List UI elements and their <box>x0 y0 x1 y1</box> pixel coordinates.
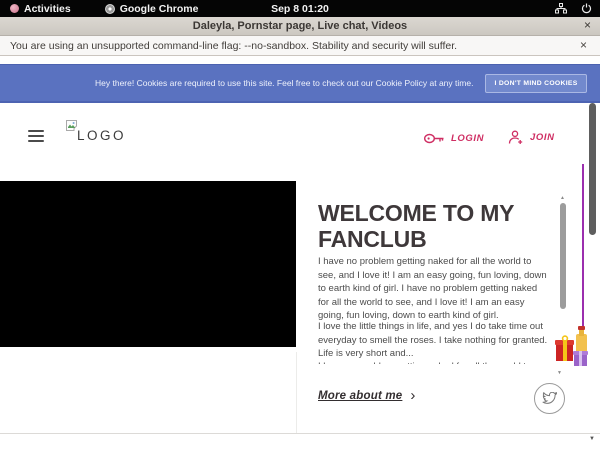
chrome-icon <box>105 4 115 14</box>
page-bottom-border <box>0 433 600 434</box>
more-about-me-link[interactable]: More about me › <box>318 390 415 402</box>
desktop-top-bar: Activities Google Chrome Sep 8 01:20 <box>0 0 600 17</box>
video-player[interactable] <box>0 181 296 347</box>
more-about-me-label: More about me <box>318 390 402 402</box>
recording-indicator-icon <box>10 4 19 13</box>
key-icon <box>424 132 445 145</box>
gift-promo-icon[interactable] <box>554 326 592 372</box>
power-icon[interactable] <box>581 3 592 14</box>
broken-image-icon <box>66 120 77 131</box>
add-user-icon <box>508 130 524 145</box>
about-paragraph-3-clipped: I have no problem getting naked for all … <box>318 360 548 364</box>
app-name-label: Google Chrome <box>120 3 199 15</box>
browser-scroll-down-icon[interactable]: ▼ <box>589 436 595 442</box>
login-button[interactable]: LOGIN <box>424 132 484 145</box>
inner-scroll-up-icon[interactable]: ▲ <box>560 196 565 201</box>
join-button[interactable]: JOIN <box>508 130 555 145</box>
window-close-icon[interactable]: × <box>584 18 591 32</box>
activities-label: Activities <box>24 3 71 15</box>
infobar-close-icon[interactable]: × <box>580 39 587 51</box>
window-title: Daleyla, Pornstar page, Live chat, Video… <box>193 20 407 32</box>
logo-alt-text: LOGO <box>77 128 126 143</box>
network-icon[interactable] <box>555 3 567 14</box>
cookie-message: Hey there! Cookies are required to use t… <box>95 78 473 88</box>
chevron-right-icon: › <box>410 391 415 401</box>
join-label: JOIN <box>530 132 555 143</box>
focused-app-menu[interactable]: Google Chrome <box>105 3 199 15</box>
browser-scrollbar-thumb[interactable] <box>589 103 596 235</box>
window-title-bar[interactable]: Daleyla, Pornstar page, Live chat, Video… <box>0 17 600 36</box>
site-logo[interactable]: LOGO <box>66 120 126 143</box>
about-paragraph-1: I have no problem getting naked for all … <box>318 255 548 323</box>
clock[interactable]: Sep 8 01:20 <box>0 3 600 15</box>
twitter-button[interactable] <box>534 383 565 414</box>
about-heading: WELCOME TO MY FANCLUB <box>318 200 543 252</box>
column-divider <box>296 352 297 433</box>
chrome-infobar: You are using an unsupported command-lin… <box>0 36 600 56</box>
accept-cookies-button[interactable]: I DON'T MIND COOKIES <box>485 74 586 93</box>
menu-icon[interactable] <box>28 130 44 142</box>
infobar-message: You are using an unsupported command-lin… <box>10 40 457 52</box>
about-paragraph-2: I love the little things in life, and ye… <box>318 320 548 361</box>
login-label: LOGIN <box>451 133 484 144</box>
cookie-banner: Hey there! Cookies are required to use t… <box>0 64 600 103</box>
twitter-icon <box>542 392 557 405</box>
activities-button[interactable]: Activities <box>10 3 71 15</box>
inner-scrollbar-thumb[interactable] <box>560 203 566 309</box>
